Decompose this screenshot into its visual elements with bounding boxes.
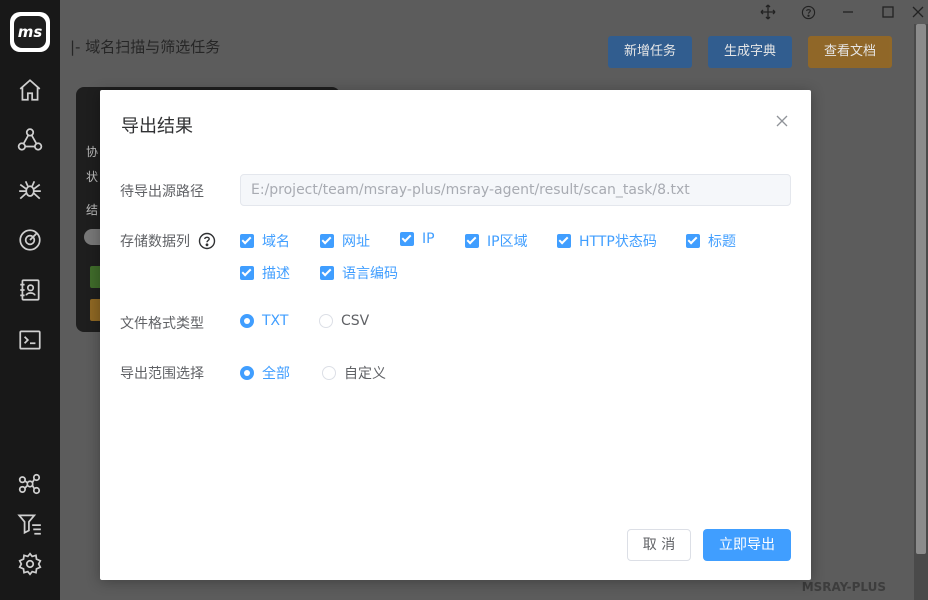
scrollbar-thumb[interactable]	[916, 24, 926, 554]
source-path-input: E:/project/team/msray-plus/msray-agent/r…	[240, 174, 791, 206]
checkbox-label: 域名	[262, 234, 290, 250]
columns-label: 存储数据列	[120, 234, 190, 250]
network-icon[interactable]	[15, 125, 45, 155]
close-icon[interactable]	[773, 112, 791, 130]
radar-icon[interactable]	[15, 225, 45, 255]
checkbox-checked-icon	[320, 234, 334, 248]
spider-icon[interactable]	[15, 175, 45, 205]
minimize-icon[interactable]	[828, 0, 868, 24]
checkbox-label: 网址	[342, 234, 370, 250]
checkbox-label: HTTP状态码	[579, 234, 657, 250]
column-checkbox-ip[interactable]: IP	[400, 231, 435, 247]
checkbox-label: 语言编码	[342, 266, 398, 282]
help-icon[interactable]	[198, 232, 216, 250]
terminal-icon[interactable]	[15, 325, 45, 355]
card-label: 结	[86, 203, 99, 217]
export-now-button[interactable]: 立即导出	[703, 529, 791, 561]
radio-label: CSV	[341, 313, 370, 329]
logo-text: ms	[14, 16, 46, 48]
checkbox-checked-icon	[400, 232, 414, 246]
view-docs-button[interactable]: 查看文档	[808, 36, 893, 68]
radio-unselected-icon	[319, 314, 333, 328]
export-dialog: 导出结果 待导出源路径 E:/project/team/msray-plus/m…	[100, 90, 811, 580]
range-radio-custom[interactable]: 自定义	[322, 363, 386, 383]
sidebar: ms	[0, 0, 60, 600]
column-checkbox-description[interactable]: 描述	[240, 263, 290, 283]
checkbox-checked-icon	[240, 234, 254, 248]
column-checkbox-language-encoding[interactable]: 语言编码	[320, 263, 398, 283]
checkbox-checked-icon	[465, 234, 479, 248]
format-radio-csv[interactable]: CSV	[319, 313, 369, 329]
home-icon[interactable]	[15, 75, 45, 105]
help-circle-icon[interactable]	[788, 0, 828, 24]
page-title: |- 域名扫描与筛选任务	[70, 38, 221, 56]
format-radio-txt[interactable]: TXT	[240, 313, 288, 329]
radio-label: 自定义	[344, 366, 386, 382]
radio-selected-icon	[240, 314, 254, 328]
card-label: 状	[86, 170, 99, 184]
maximize-icon[interactable]	[868, 0, 908, 24]
column-checkbox-domain[interactable]: 域名	[240, 231, 290, 251]
radio-unselected-icon	[322, 366, 336, 380]
filter-list-icon[interactable]	[15, 509, 45, 539]
card-label: 协	[86, 145, 99, 159]
radio-selected-icon	[240, 366, 254, 380]
close-window-icon[interactable]	[908, 0, 928, 24]
move-icon[interactable]	[748, 0, 788, 24]
column-checkbox-ip-region[interactable]: IP区域	[465, 231, 528, 251]
checkbox-checked-icon	[686, 234, 700, 248]
app-logo: ms	[10, 12, 50, 52]
scrollbar[interactable]	[914, 24, 928, 600]
contacts-icon[interactable]	[15, 275, 45, 305]
nodes-icon[interactable]	[15, 469, 45, 499]
new-task-button[interactable]: 新增任务	[608, 36, 693, 68]
source-path-label: 待导出源路径	[120, 184, 204, 200]
cancel-button[interactable]: 取 消	[627, 529, 691, 561]
generate-dict-button[interactable]: 生成字典	[708, 36, 793, 68]
range-radio-all[interactable]: 全部	[240, 363, 290, 383]
checkbox-label: IP区域	[487, 234, 528, 250]
radio-label: 全部	[262, 366, 290, 382]
range-label: 导出范围选择	[120, 366, 204, 382]
window-controls	[748, 0, 928, 24]
checkbox-checked-icon	[240, 266, 254, 280]
radio-label: TXT	[262, 313, 289, 329]
checkbox-label: 描述	[262, 266, 290, 282]
format-label: 文件格式类型	[120, 316, 204, 332]
column-checkbox-url[interactable]: 网址	[320, 231, 370, 251]
column-checkbox-title[interactable]: 标题	[686, 231, 736, 251]
checkbox-label: IP	[422, 231, 435, 247]
checkbox-checked-icon	[320, 266, 334, 280]
checkbox-label: 标题	[708, 234, 736, 250]
checkbox-checked-icon	[557, 234, 571, 248]
watermark: MSRAY-PLUS	[801, 580, 886, 594]
dialog-title: 导出结果	[121, 116, 193, 137]
column-checkbox-http-status[interactable]: HTTP状态码	[557, 231, 657, 251]
settings-icon[interactable]	[15, 549, 45, 579]
